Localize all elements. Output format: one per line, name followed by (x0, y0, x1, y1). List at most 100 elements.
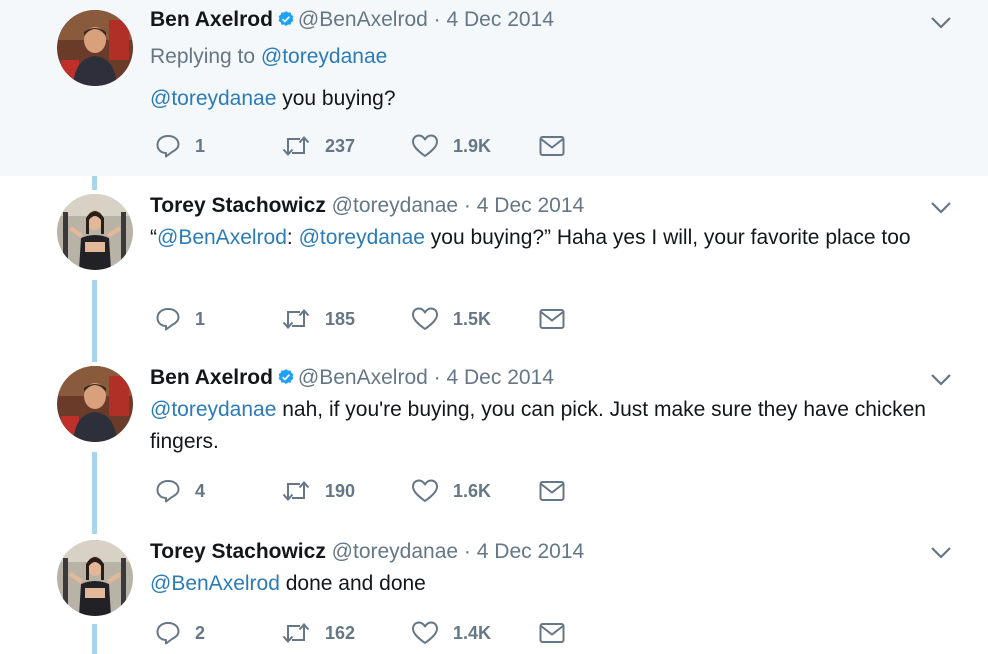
direct-message-button[interactable] (539, 306, 565, 332)
like-button[interactable]: 1.9K (411, 133, 491, 159)
tweet-header: Torey Stachowicz @toreydanae · 4 Dec 201… (150, 193, 584, 219)
envelope-icon (539, 136, 565, 156)
retweet-icon (282, 481, 310, 501)
tweet-text: @BenAxelrod done and done (150, 568, 940, 600)
direct-message-button[interactable] (539, 478, 565, 504)
reply-icon (156, 622, 180, 645)
avatar[interactable] (57, 366, 133, 442)
reply-count: 1 (195, 308, 206, 329)
retweet-button[interactable]: 185 (281, 306, 355, 332)
username[interactable]: @BenAxelrod (298, 366, 428, 389)
heart-icon (412, 134, 438, 157)
verified-badge-icon (278, 11, 294, 26)
tweet-header: Ben Axelrod @BenAxelrod · 4 Dec 2014 (150, 7, 554, 33)
tweet[interactable]: Torey Stachowicz @toreydanae · 4 Dec 201… (0, 520, 988, 654)
like-button[interactable]: 1.5K (411, 306, 491, 332)
separator-dot: · (463, 194, 471, 217)
reply-button[interactable]: 2 (155, 620, 205, 646)
chevron-down-icon[interactable] (930, 16, 952, 30)
colon: : (286, 226, 299, 249)
like-button[interactable]: 1.4K (411, 620, 491, 646)
tweet-actions: 2 162 1.4K (155, 620, 575, 646)
avatar[interactable] (57, 10, 133, 86)
heart-icon (412, 307, 438, 330)
direct-message-button[interactable] (539, 133, 565, 159)
replying-to: Replying to @toreydanae (150, 45, 387, 69)
tweet-header: Ben Axelrod @BenAxelrod · 4 Dec 2014 (150, 365, 554, 391)
replying-to-prefix: Replying to (150, 45, 256, 68)
tweet-text: @toreydanae you buying? (150, 83, 940, 115)
avatar[interactable] (57, 194, 133, 270)
reply-icon (156, 308, 180, 331)
reply-button[interactable]: 1 (155, 133, 205, 159)
tweet-body: you buying?” Haha yes I will, your favor… (424, 226, 911, 249)
display-name[interactable]: Torey Stachowicz (150, 540, 326, 563)
retweet-icon (282, 309, 310, 329)
timestamp[interactable]: 4 Dec 2014 (477, 540, 584, 563)
tweet-body: done and done (279, 572, 426, 595)
like-count: 1.5K (453, 308, 492, 329)
tweet-actions: 1 237 1.9K (155, 133, 575, 159)
tweet[interactable]: Ben Axelrod @BenAxelrod · 4 Dec 2014 Repl… (0, 0, 988, 176)
tweet[interactable]: Ben Axelrod @BenAxelrod · 4 Dec 2014 @tor… (0, 348, 988, 520)
timestamp[interactable]: 4 Dec 2014 (447, 8, 554, 31)
mention-link[interactable]: @BenAxelrod (157, 226, 287, 249)
mention-link[interactable]: @toreydanae (150, 398, 276, 421)
timestamp[interactable]: 4 Dec 2014 (447, 366, 554, 389)
retweet-count: 185 (325, 308, 356, 329)
tweet-text: @toreydanae nah, if you're buying, you c… (150, 394, 940, 458)
retweet-button[interactable]: 190 (281, 478, 355, 504)
reply-icon (156, 480, 180, 503)
verified-badge-icon (278, 369, 294, 384)
username[interactable]: @toreydanae (332, 194, 458, 217)
tweet-body: you buying? (276, 87, 396, 110)
reply-button[interactable]: 1 (155, 306, 205, 332)
tweet-actions: 4 190 1.6K (155, 478, 575, 504)
reply-icon (156, 135, 180, 158)
chevron-down-icon[interactable] (930, 201, 952, 215)
tweet[interactable]: Torey Stachowicz @toreydanae · 4 Dec 201… (0, 176, 988, 348)
reply-count: 2 (195, 622, 206, 643)
quote-mark: “ (150, 226, 157, 249)
display-name[interactable]: Ben Axelrod (150, 8, 273, 31)
tweet-header: Torey Stachowicz @toreydanae · 4 Dec 201… (150, 539, 584, 565)
retweet-icon (282, 136, 310, 156)
direct-message-button[interactable] (539, 620, 565, 646)
conversation-thread: Ben Axelrod @BenAxelrod · 4 Dec 2014 Repl… (0, 0, 988, 654)
envelope-icon (539, 481, 565, 501)
username[interactable]: @BenAxelrod (298, 8, 428, 31)
separator-dot: · (433, 366, 441, 389)
envelope-icon (539, 309, 565, 329)
tweet-actions: 1 185 1.5K (155, 306, 575, 332)
retweet-button[interactable]: 237 (281, 133, 355, 159)
retweet-count: 162 (325, 622, 356, 643)
reply-count: 1 (195, 135, 206, 156)
reply-count: 4 (195, 480, 206, 501)
display-name[interactable]: Torey Stachowicz (150, 194, 326, 217)
envelope-icon (539, 623, 565, 643)
mention-link[interactable]: @BenAxelrod (150, 572, 280, 595)
like-button[interactable]: 1.6K (411, 478, 491, 504)
heart-icon (412, 621, 438, 644)
reply-button[interactable]: 4 (155, 478, 205, 504)
username[interactable]: @toreydanae (332, 540, 458, 563)
chevron-down-icon[interactable] (930, 373, 952, 387)
avatar[interactable] (57, 540, 133, 616)
retweet-count: 190 (325, 480, 356, 501)
retweet-button[interactable]: 162 (281, 620, 355, 646)
like-count: 1.4K (453, 622, 492, 643)
chevron-down-icon[interactable] (930, 546, 952, 560)
like-count: 1.9K (453, 135, 492, 156)
mention-link[interactable]: @toreydanae (299, 226, 425, 249)
separator-dot: · (463, 540, 471, 563)
mention-link[interactable]: @toreydanae (150, 87, 276, 110)
tweet-text: “@BenAxelrod: @toreydanae you buying?” H… (150, 222, 940, 254)
separator-dot: · (433, 8, 441, 31)
heart-icon (412, 479, 438, 502)
retweet-icon (282, 623, 310, 643)
retweet-count: 237 (325, 135, 356, 156)
like-count: 1.6K (453, 480, 492, 501)
replying-to-mention[interactable]: @toreydanae (261, 45, 387, 68)
timestamp[interactable]: 4 Dec 2014 (477, 194, 584, 217)
display-name[interactable]: Ben Axelrod (150, 366, 273, 389)
